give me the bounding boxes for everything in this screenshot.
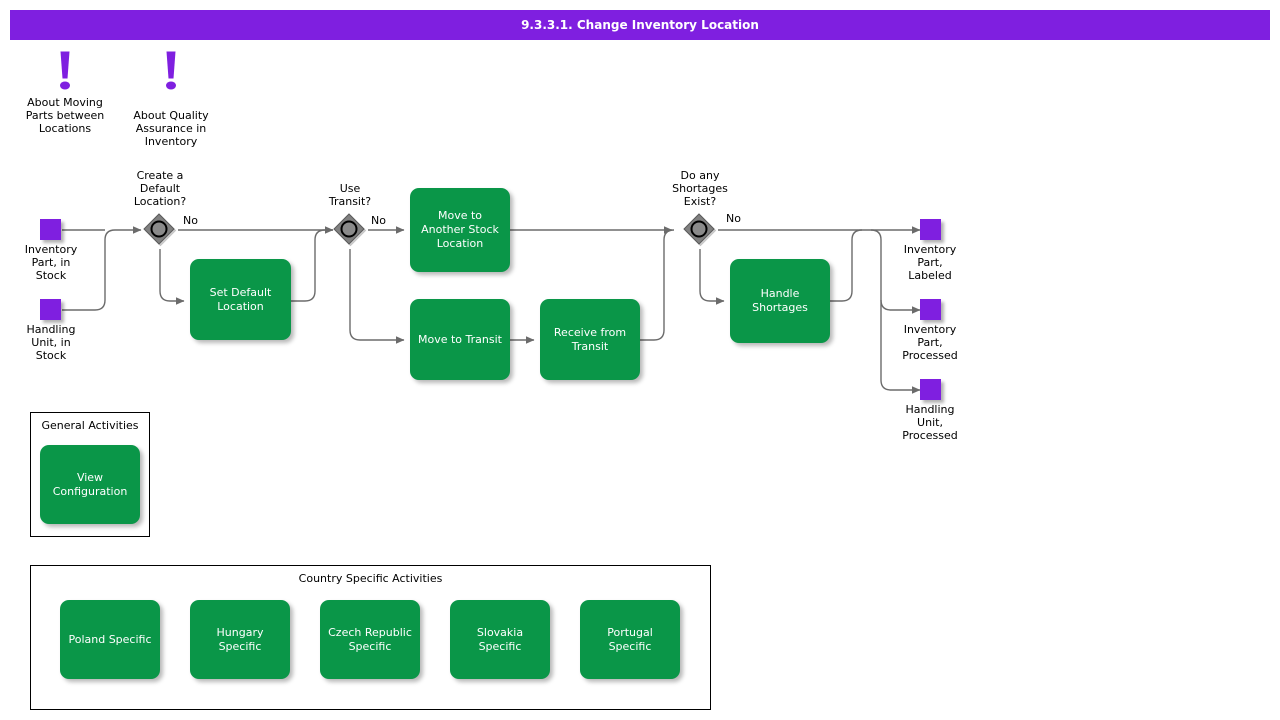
data-object-inventory-part-processed[interactable] — [920, 299, 941, 320]
data-object-handling-unit-processed[interactable] — [920, 379, 941, 400]
data-object-label: Handling Unit, Processed — [902, 403, 958, 442]
data-object-handling-unit-in-stock[interactable] — [40, 299, 61, 320]
gateway-label-do-any-shortages-exist: Do any Shortages Exist? — [672, 169, 728, 208]
data-object-label: Inventory Part, Labeled — [903, 243, 957, 282]
gateway-label-create-default-location: Create a Default Location? — [133, 169, 187, 208]
task-handle-shortages[interactable]: Handle Shortages — [730, 259, 830, 343]
data-object-inventory-part-in-stock[interactable] — [40, 219, 61, 240]
annotation-label: About Moving Parts between Locations — [25, 96, 105, 135]
flow-label-no: No — [726, 212, 741, 225]
data-object-label: Inventory Part, Processed — [902, 323, 958, 362]
flow-label-no: No — [183, 214, 198, 227]
exclamation-icon — [166, 51, 176, 90]
task-receive-from-transit[interactable]: Receive from Transit — [540, 299, 640, 380]
gateway-label-use-transit: Use Transit? — [328, 182, 372, 208]
gateway-create-default-location[interactable] — [143, 213, 177, 247]
flow-label-no: No — [371, 214, 386, 227]
task-slovakia-specific[interactable]: Slovakia Specific — [450, 600, 550, 679]
process-diagram-canvas: 9.3.3.1. Change Inventory Location About… — [0, 0, 1280, 720]
data-object-label: Handling Unit, in Stock — [26, 323, 76, 362]
task-poland-specific[interactable]: Poland Specific — [60, 600, 160, 679]
task-view-configuration[interactable]: View Configuration — [40, 445, 140, 524]
task-move-to-another-stock-location[interactable]: Move to Another Stock Location — [410, 188, 510, 272]
gateway-use-transit[interactable] — [333, 213, 367, 247]
group-title: Country Specific Activities — [298, 572, 443, 585]
task-move-to-transit[interactable]: Move to Transit — [410, 299, 510, 380]
page-title: 9.3.3.1. Change Inventory Location — [10, 10, 1270, 40]
data-object-inventory-part-labeled[interactable] — [920, 219, 941, 240]
task-set-default-location[interactable]: Set Default Location — [190, 259, 291, 340]
task-czech-republic-specific[interactable]: Czech Republic Specific — [320, 600, 420, 679]
task-hungary-specific[interactable]: Hungary Specific — [190, 600, 290, 679]
group-title: General Activities — [41, 419, 139, 432]
exclamation-icon — [60, 51, 70, 90]
annotation-label: About Quality Assurance in Inventory — [133, 109, 209, 148]
data-object-label: Inventory Part, in Stock — [24, 243, 78, 282]
gateway-do-any-shortages-exist[interactable] — [683, 213, 717, 247]
task-portugal-specific[interactable]: Portugal Specific — [580, 600, 680, 679]
